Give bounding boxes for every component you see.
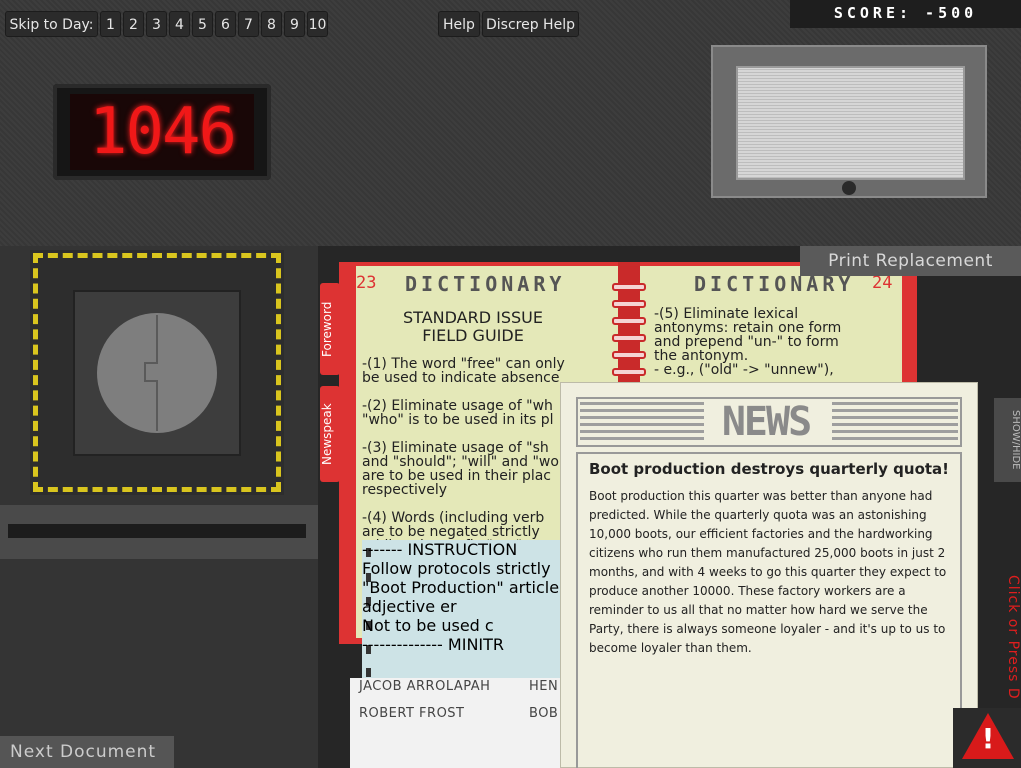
name-entry: BOB xyxy=(529,706,559,721)
instruction-line: -------------- MINITR xyxy=(362,635,505,654)
exclamation-icon: ! xyxy=(981,722,995,755)
dial-seam-icon xyxy=(144,315,158,431)
day-button-5[interactable]: 5 xyxy=(192,11,213,37)
instruction-clip: ------- INSTRUCTION Follow protocols str… xyxy=(362,540,562,678)
day-button-7[interactable]: 7 xyxy=(238,11,259,37)
day-button-8[interactable]: 8 xyxy=(261,11,282,37)
day-button-6[interactable]: 6 xyxy=(215,11,236,37)
name-entry: ROBERT FROST xyxy=(359,706,465,721)
news-article: Boot production this quarter was better … xyxy=(589,489,947,655)
left-page-number: 23 xyxy=(356,273,377,293)
instruction-line: adjective er xyxy=(362,597,457,616)
drawer-slot[interactable] xyxy=(8,524,306,538)
day-button-3[interactable]: 3 xyxy=(146,11,167,37)
instruction-line: Follow protocols strictly xyxy=(362,559,551,578)
digital-clock: 1046 xyxy=(70,94,254,170)
news-headline: Boot production destroys quarterly quota… xyxy=(589,460,950,478)
click-or-press-hint: Click or Press D xyxy=(1005,575,1021,700)
skip-to-day-label: Skip to Day: xyxy=(5,11,98,37)
masthead-lines-left xyxy=(580,402,704,442)
day-button-9[interactable]: 9 xyxy=(284,11,305,37)
next-document-button[interactable]: Next Document xyxy=(0,736,174,768)
score-display: SCORE: -500 xyxy=(790,0,1021,28)
show-hide-toggle[interactable]: SHOW/HIDE xyxy=(994,398,1021,482)
names-clip: JACOB ARROLAPAH HEN ROBERT FROST BOB xyxy=(350,678,560,768)
name-entry: JACOB ARROLAPAH xyxy=(359,679,491,694)
instruction-line: "Boot Production" article xyxy=(362,578,560,597)
day-button-1[interactable]: 1 xyxy=(100,11,121,37)
name-entry: HEN xyxy=(529,679,559,694)
right-rules-clip: -(5) Eliminate lexical antonyms: retain … xyxy=(640,266,902,382)
day-button-10[interactable]: 10 xyxy=(307,11,328,37)
monitor-screen xyxy=(736,66,965,180)
field-guide-heading: STANDARD ISSUE FIELD GUIDE xyxy=(403,308,543,345)
instruction-line: Not to be used c xyxy=(362,616,494,635)
day-button-4[interactable]: 4 xyxy=(169,11,190,37)
discrep-help-button[interactable]: Discrep Help xyxy=(482,11,579,37)
monitor-knob xyxy=(842,181,856,195)
help-button[interactable]: Help xyxy=(438,11,480,37)
dictionary-right-rules: -(5) Eliminate lexical antonyms: retain … xyxy=(654,306,842,378)
print-replacement-button[interactable]: Print Replacement xyxy=(800,246,1021,276)
tab-foreword[interactable]: Foreword xyxy=(320,283,340,375)
newspaper-logo: NEWS xyxy=(721,399,812,445)
dictionary-title-left: DICTIONARY xyxy=(405,272,566,296)
safe-dial[interactable] xyxy=(97,313,217,433)
tab-newspeak[interactable]: Newspeak xyxy=(320,386,340,482)
masthead-lines-right xyxy=(832,402,958,442)
instruction-line: ------- INSTRUCTION xyxy=(362,540,518,559)
day-button-2[interactable]: 2 xyxy=(123,11,144,37)
